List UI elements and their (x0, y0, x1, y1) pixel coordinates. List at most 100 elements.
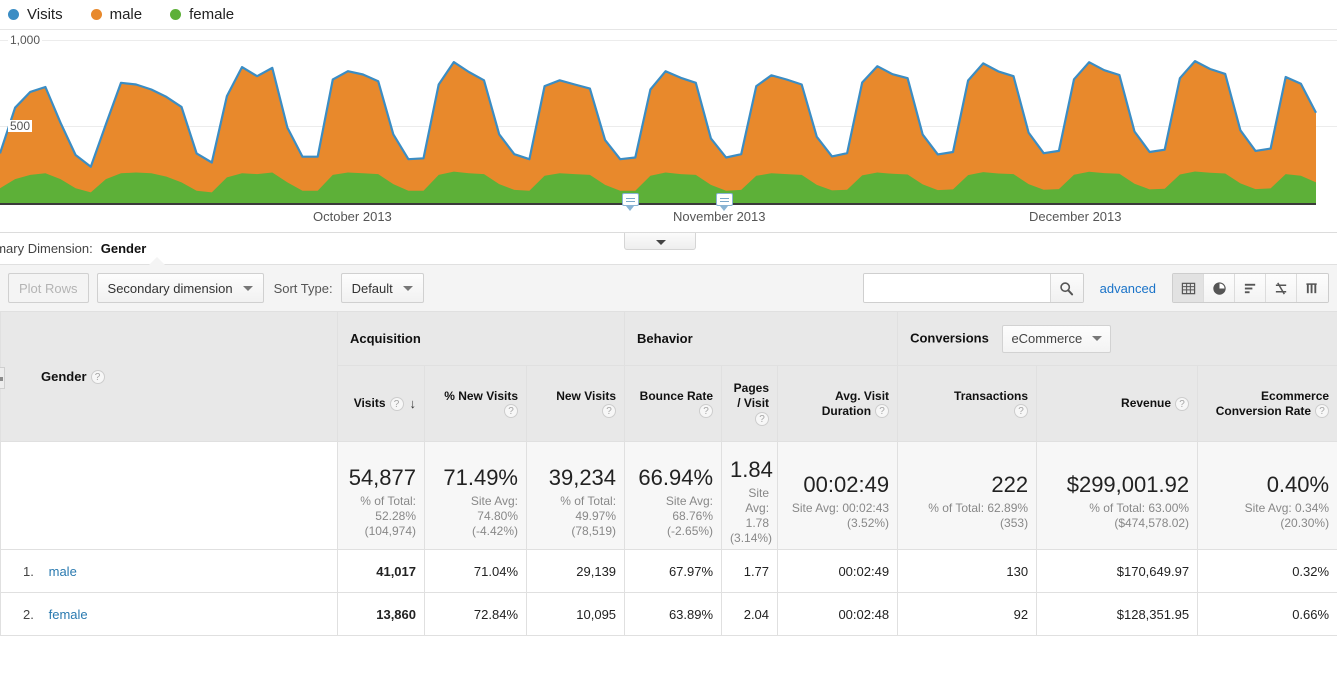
totals-cell-new-visits: 39,234 % of Total: 49.97% (78,519) (525, 441, 626, 550)
help-icon[interactable]: ? (389, 396, 404, 411)
column-header-bounce-rate[interactable]: Bounce Rate? (624, 365, 723, 442)
row-dimension-cell: 1. male (0, 549, 338, 593)
row-cell-ecommerce-conversion-rate: 0.32% (1197, 549, 1337, 593)
table-row[interactable]: 1. male 41,017 71.04% 29,139 67.97% 1.77… (0, 549, 1337, 593)
chevron-down-icon (242, 285, 253, 291)
search-box[interactable] (862, 273, 1084, 303)
column-header-new-visits[interactable]: New Visits? (525, 365, 626, 442)
legend-label-visits: Visits (27, 6, 63, 23)
help-icon[interactable]: ? (504, 404, 518, 419)
help-icon[interactable]: ? (755, 411, 770, 426)
plot-rows-button[interactable]: Plot Rows (8, 273, 89, 303)
row-cell-transactions: 92 (897, 592, 1038, 636)
column-header-transactions[interactable]: Transactions? (897, 365, 1038, 442)
totals-value: 71.49% (443, 464, 518, 490)
secondary-dimension-button[interactable]: Secondary dimension (96, 273, 264, 303)
sort-type-button[interactable]: Default (340, 273, 424, 303)
search-input[interactable] (863, 274, 1050, 302)
performance-view-icon[interactable] (1235, 274, 1266, 302)
chevron-down-icon (1092, 336, 1103, 341)
y-axis-label-1000: 1,000 (8, 33, 43, 47)
totals-value: 66.94% (638, 464, 714, 490)
header-group-behavior: Behavior (624, 311, 899, 366)
help-icon[interactable]: ? (602, 404, 617, 419)
totals-value: 0.40% (1266, 472, 1330, 497)
annotations-toggle-button[interactable] (624, 233, 696, 250)
column-header-pages-per-visit[interactable]: Pages / Visit? (721, 365, 779, 442)
table-totals-row: 54,877 % of Total: 52.28% (104,974) 71.4… (0, 441, 1337, 550)
row-cell-pages-per-visit: 1.77 (721, 549, 779, 593)
header-group-behavior-label: Behavior (637, 331, 693, 346)
totals-value: 54,877 (348, 464, 416, 490)
totals-subtext: Site Avg: 0.34% (20.30%) (1244, 501, 1330, 530)
header-group-conversions: Conversions eCommerce (897, 311, 1337, 366)
visits-area-chart[interactable]: 1,000 500 (0, 29, 1337, 205)
row-cell-new-visits-pct: 72.84% (424, 592, 527, 636)
column-header-ecommerce-conversion-rate[interactable]: Ecommerce Conversion Rate? (1197, 365, 1337, 442)
search-icon (1060, 281, 1074, 295)
row-cell-avg-visit-duration: 00:02:49 (777, 549, 899, 593)
totals-dimension-cell (0, 441, 338, 550)
pivot-view-icon[interactable] (1297, 274, 1328, 302)
date-tick-october: October 2013 (313, 209, 392, 224)
chart-svg (0, 60, 1317, 204)
totals-cell-revenue: $299,001.92 % of Total: 63.00% ($474,578… (1036, 441, 1199, 550)
legend-item-male[interactable]: male (90, 6, 142, 23)
annotation-marker[interactable] (716, 193, 733, 211)
column-header-visits[interactable]: Visits? ↓ (337, 365, 425, 442)
row-cell-avg-visit-duration: 00:02:48 (777, 592, 899, 636)
secondary-dimension-label: Secondary dimension (107, 280, 233, 296)
row-cell-pages-per-visit: 2.04 (721, 592, 779, 636)
totals-subtext: % of Total: 63.00% ($474,578.02) (1089, 501, 1190, 530)
help-icon[interactable]: ? (1175, 396, 1190, 411)
sort-type-label: Sort Type: (273, 280, 333, 296)
advanced-link[interactable]: advanced (1100, 281, 1156, 296)
table-group-header-row: Gender? Acquisition Behavior Conversions… (0, 311, 1337, 442)
table-view-icon[interactable] (1173, 274, 1204, 302)
legend-dot-male (90, 9, 102, 20)
legend-dot-female (170, 9, 182, 20)
row-cell-bounce-rate: 63.89% (624, 592, 723, 636)
column-header-avg-visit-duration[interactable]: Avg. Visit Duration? (777, 365, 899, 442)
totals-subtext: % of Total: 49.97% (78,519) (560, 493, 617, 538)
help-icon[interactable]: ? (1014, 404, 1029, 419)
sort-descending-icon[interactable]: ↓ (410, 396, 417, 411)
legend-item-visits[interactable]: Visits (8, 6, 63, 23)
chevron-down-icon (402, 285, 413, 291)
header-group-acquisition: Acquisition (336, 311, 626, 366)
table-row[interactable]: 2. female 13,860 72.84% 10,095 63.89% 2.… (0, 592, 1337, 636)
help-icon[interactable]: ? (1315, 404, 1330, 419)
row-dimension-cell: 2. female (0, 592, 338, 636)
search-button[interactable] (1049, 274, 1083, 302)
column-header-pages-per-visit-label: Pages / Visit (733, 381, 770, 410)
percentage-view-icon[interactable] (1204, 274, 1235, 302)
column-header-revenue[interactable]: Revenue? (1036, 365, 1199, 442)
column-header-visits-label: Visits (353, 395, 386, 410)
comparison-view-icon[interactable] (1266, 274, 1297, 302)
legend-dot-visits (8, 9, 19, 20)
primary-dimension-value[interactable]: Gender (101, 241, 147, 256)
column-header-new-visits-pct[interactable]: % New Visits? (424, 365, 527, 442)
totals-subtext: Site Avg: 68.76% (-2.65%) (665, 493, 714, 538)
totals-subtext: Site Avg: 00:02:43 (3.52%) (791, 501, 890, 530)
conversions-type-select[interactable]: eCommerce (1002, 324, 1112, 353)
row-dimension-link[interactable]: male (49, 564, 77, 579)
sort-type-value: Default (351, 280, 393, 296)
y-axis-label-500: 500 (8, 119, 33, 133)
sidebar-collapse-tab[interactable] (0, 367, 5, 389)
header-gender[interactable]: Gender? (0, 311, 338, 442)
row-cell-new-visits: 29,139 (525, 549, 626, 593)
row-dimension-link[interactable]: female (49, 607, 88, 622)
row-cell-ecommerce-conversion-rate: 0.66% (1197, 592, 1337, 636)
help-icon[interactable]: ? (90, 370, 105, 385)
help-icon[interactable]: ? (875, 404, 890, 419)
legend-label-female: female (189, 6, 235, 23)
row-cell-new-visits-pct: 71.04% (424, 549, 527, 593)
annotation-marker[interactable] (622, 193, 639, 211)
view-type-group (1172, 273, 1329, 303)
row-cell-visits: 13,860 (337, 592, 425, 636)
legend-item-female[interactable]: female (170, 6, 234, 23)
totals-cell-visits: 54,877 % of Total: 52.28% (104,974) (337, 441, 425, 550)
help-icon[interactable]: ? (699, 404, 714, 419)
row-rank: 2. (23, 606, 34, 622)
